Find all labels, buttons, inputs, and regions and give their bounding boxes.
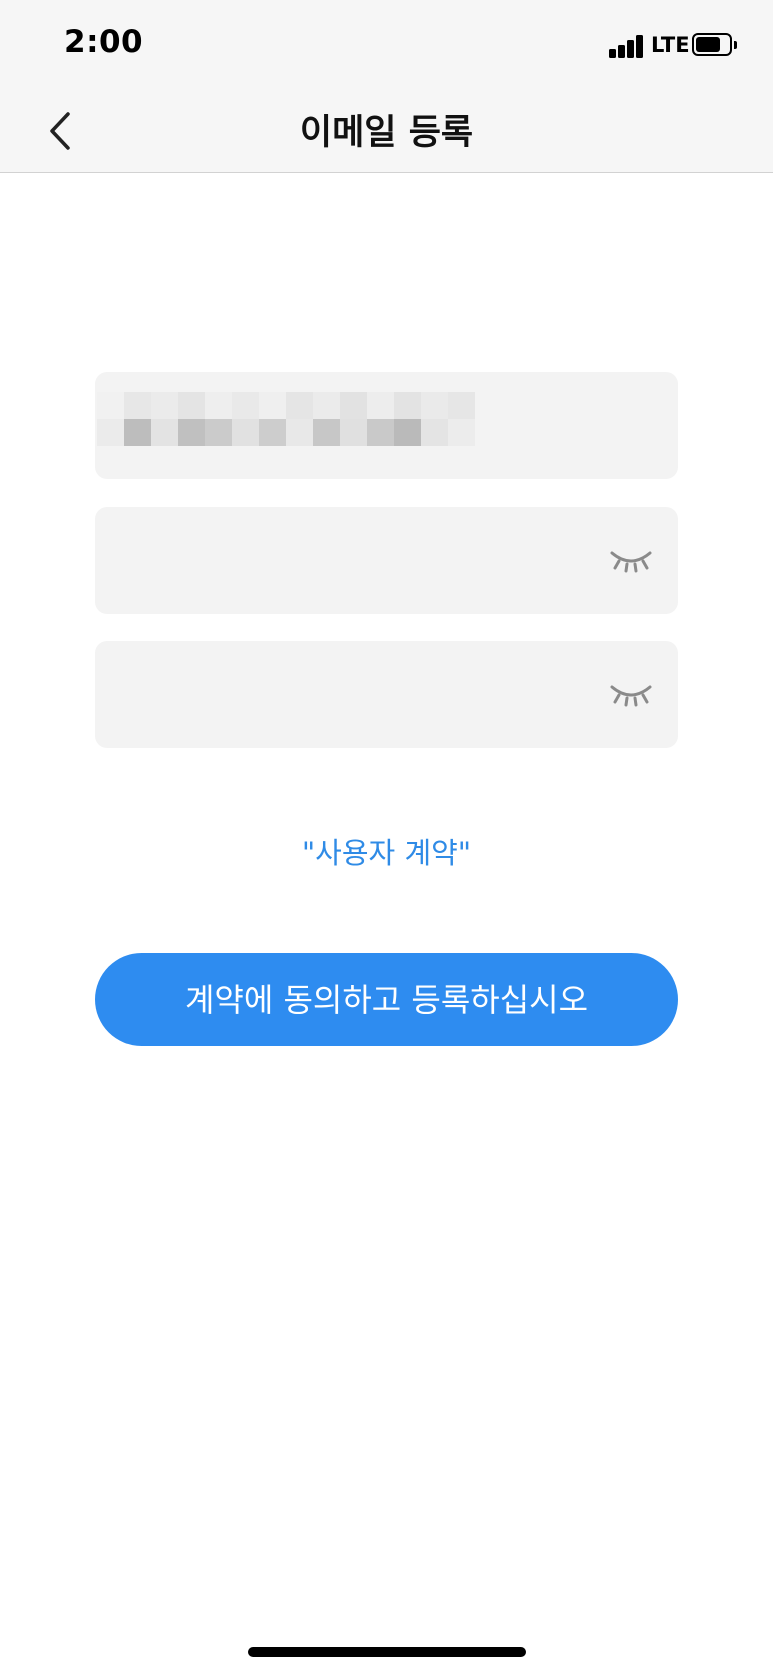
home-indicator[interactable] <box>248 1647 526 1657</box>
confirm-password-visibility-toggle[interactable] <box>609 681 653 709</box>
email-registration-screen: 2:00 LTE 이메일 등록 "사용자 계약" 계약에 동의하고 등록하십시오 <box>0 0 773 1673</box>
agree-and-register-button[interactable]: 계약에 동의하고 등록하십시오 <box>95 953 678 1046</box>
eye-closed-icon <box>610 685 652 707</box>
eye-closed-icon <box>610 551 652 573</box>
top-bar: 2:00 LTE 이메일 등록 <box>0 0 773 173</box>
status-time: 2:00 <box>64 24 144 60</box>
network-type: LTE <box>651 33 690 57</box>
password-input[interactable] <box>95 507 595 614</box>
user-agreement-link[interactable]: "사용자 계약" <box>0 830 773 872</box>
battery-icon <box>692 33 737 56</box>
password-visibility-toggle[interactable] <box>609 547 653 575</box>
confirm-password-input[interactable] <box>95 641 595 748</box>
email-field[interactable] <box>95 372 678 479</box>
password-field[interactable] <box>95 507 678 614</box>
confirm-password-field[interactable] <box>95 641 678 748</box>
page-title: 이메일 등록 <box>299 113 474 153</box>
obscured-email-value <box>97 392 479 446</box>
signal-strength-icon <box>609 34 645 58</box>
